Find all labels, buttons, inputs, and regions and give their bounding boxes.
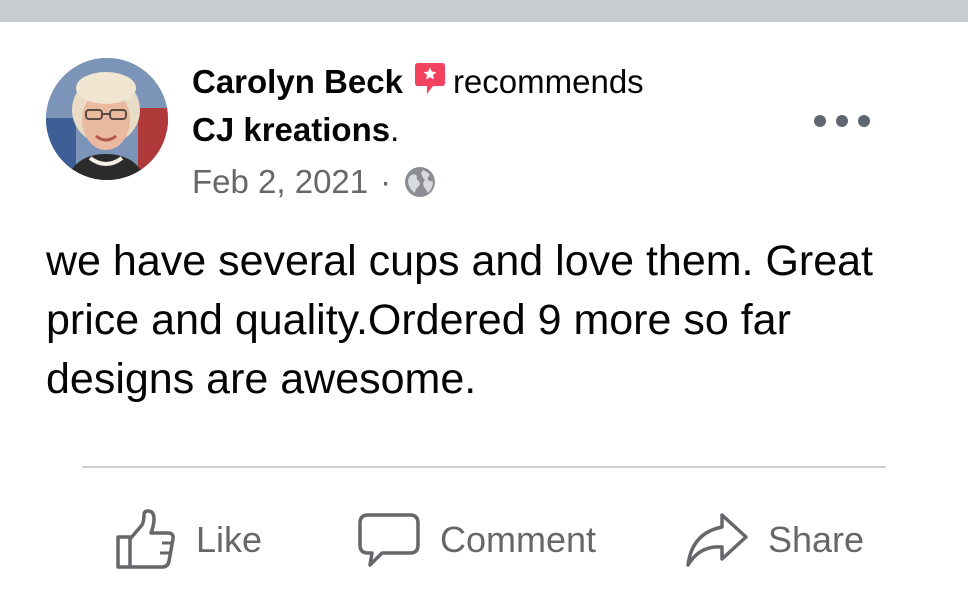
speech-bubble-icon	[356, 507, 422, 573]
post-meta: Feb 2, 2021 ·	[192, 162, 792, 202]
more-dot	[858, 115, 870, 127]
recommend-badge-icon	[413, 61, 447, 97]
post-header: Carolyn Beck recommends CJ kreations. Fe…	[192, 60, 792, 202]
page-name-link[interactable]: CJ kreations	[192, 111, 390, 148]
page-suffix: .	[390, 111, 400, 148]
divider	[82, 466, 886, 468]
more-dot	[814, 115, 826, 127]
share-label: Share	[768, 519, 865, 560]
comment-label: Comment	[440, 519, 597, 560]
globe-icon	[403, 165, 437, 199]
author-name[interactable]: Carolyn Beck	[192, 60, 403, 104]
share-button[interactable]: Share	[684, 500, 864, 580]
page-line: CJ kreations.	[192, 108, 792, 152]
more-dot	[836, 115, 848, 127]
top-strip	[0, 0, 968, 22]
post-date[interactable]: Feb 2, 2021	[192, 162, 368, 202]
action-bar: Like Comment Share	[0, 500, 968, 580]
post-body: we have several cups and love them. Grea…	[46, 237, 873, 403]
like-button[interactable]: Like	[112, 500, 262, 580]
avatar[interactable]	[46, 58, 168, 180]
thumbs-up-icon	[112, 507, 178, 573]
share-arrow-icon	[684, 507, 750, 573]
more-options-icon[interactable]	[814, 104, 870, 138]
meta-separator: ·	[380, 163, 392, 200]
header-line: Carolyn Beck recommends	[192, 60, 792, 104]
like-label: Like	[196, 519, 263, 560]
comment-button[interactable]: Comment	[356, 500, 596, 580]
recommends-text: recommends	[452, 63, 644, 100]
